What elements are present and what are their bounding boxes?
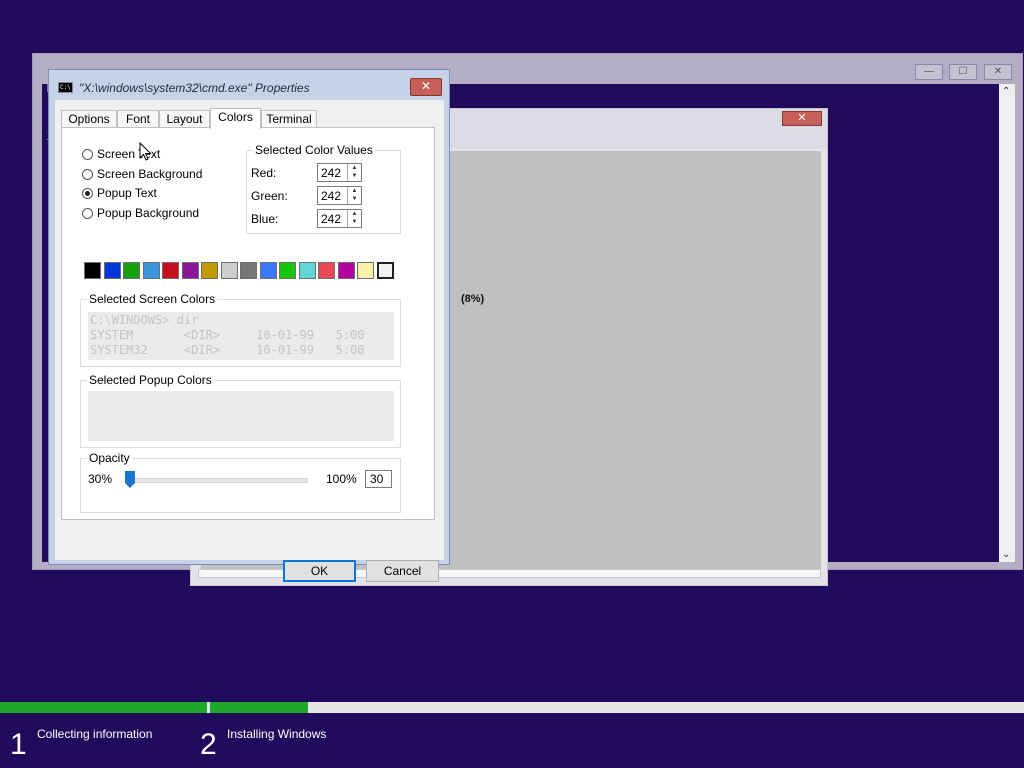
color-swatch[interactable] [201, 262, 218, 279]
radio-popup-background[interactable]: Popup Background [82, 206, 199, 222]
radio-indicator[interactable] [82, 188, 93, 199]
step-label-installing: Installing Windows [227, 727, 327, 741]
color-swatch[interactable] [103, 262, 121, 279]
radio-indicator[interactable] [82, 208, 93, 219]
preview-line: C:\WINDOWS> dir [90, 313, 199, 327]
cmd-icon: C:\ [58, 82, 73, 93]
green-value: 242 [321, 189, 342, 203]
color-swatch[interactable] [162, 262, 179, 279]
tab-colors[interactable]: Colors [210, 108, 261, 129]
red-spinner[interactable]: 242 ▲ ▼ [317, 163, 362, 182]
step-number: 2 [200, 728, 217, 761]
selected-screen-colors-group: Selected Screen Colors C:\WINDOWS> dir SY… [80, 292, 401, 367]
color-swatch[interactable] [259, 262, 277, 279]
radio-indicator[interactable] [82, 149, 93, 160]
scroll-up-icon[interactable]: ⌃ [1002, 86, 1010, 97]
group-label: Opacity [87, 451, 132, 465]
colors-panel: Screen Text Screen Background Popup Text… [61, 127, 435, 520]
spin-up-icon[interactable]: ▲ [348, 210, 361, 218]
cancel-button[interactable]: Cancel [366, 560, 439, 582]
tab-font[interactable]: Font [117, 110, 159, 128]
spin-buttons[interactable]: ▲ ▼ [347, 164, 361, 181]
spin-up-icon[interactable]: ▲ [348, 187, 361, 195]
opacity-slider-thumb[interactable] [125, 471, 135, 488]
opacity-min-label: 30% [88, 472, 113, 486]
spin-down-icon[interactable]: ▼ [348, 172, 361, 180]
progress-fill-installing [210, 702, 308, 713]
properties-dialog: C:\ "X:\windows\system32\cmd.exe" Proper… [48, 69, 450, 582]
radio-screen-background[interactable]: Screen Background [82, 167, 202, 183]
color-swatch[interactable] [181, 262, 199, 279]
scroll-down-icon[interactable]: ⌄ [1002, 549, 1010, 560]
spin-buttons[interactable]: ▲ ▼ [347, 210, 361, 227]
spin-up-icon[interactable]: ▲ [348, 164, 361, 172]
color-swatch[interactable] [337, 262, 355, 279]
group-label: Selected Popup Colors [87, 373, 214, 387]
dialog-titlebar[interactable]: C:\ "X:\windows\system32\cmd.exe" Proper… [49, 70, 449, 100]
green-label: Green: [251, 189, 288, 203]
screen-colors-preview: C:\WINDOWS> dir SYSTEM <DIR> 10-01-99 5:0… [88, 312, 394, 360]
spin-buttons[interactable]: ▲ ▼ [347, 187, 361, 204]
color-swatch[interactable] [123, 262, 140, 279]
mouse-cursor-icon [139, 142, 152, 161]
color-swatch[interactable] [357, 262, 374, 279]
setup-percent: (8%) [461, 293, 485, 305]
radio-popup-text[interactable]: Popup Text [82, 186, 157, 202]
color-swatch[interactable] [376, 262, 394, 279]
dialog-client: Options Font Layout Colors Terminal Scre… [55, 100, 444, 582]
opacity-group: Opacity 30% 100% 30 [80, 451, 401, 513]
green-spinner[interactable]: 242 ▲ ▼ [317, 186, 362, 205]
spin-down-icon[interactable]: ▼ [348, 218, 361, 226]
blue-value: 242 [321, 212, 342, 226]
close-button[interactable]: ✕ [984, 64, 1012, 80]
opacity-max-label: 100% [326, 472, 357, 486]
dialog-title: "X:\windows\system32\cmd.exe" Properties [79, 81, 310, 95]
tab-options[interactable]: Options [61, 110, 117, 128]
radio-label: Popup Text [97, 186, 157, 200]
dialog-close-button[interactable]: ✕ [410, 78, 442, 96]
blue-spinner[interactable]: 242 ▲ ▼ [317, 209, 362, 228]
preview-line: SYSTEM <DIR> 10-01-99 5:00 [90, 328, 365, 342]
setup-close-button[interactable]: ✕ [782, 111, 822, 126]
radio-label: Screen Background [97, 167, 203, 181]
opacity-value-box[interactable]: 30 [365, 470, 392, 488]
red-value: 242 [321, 166, 342, 180]
console-scrollbar[interactable]: ⌃ ⌄ [999, 84, 1015, 562]
opacity-slider-track[interactable] [126, 478, 308, 483]
color-swatch[interactable] [318, 262, 335, 279]
radio-label: Popup Background [97, 206, 200, 220]
popup-colors-preview [88, 391, 394, 441]
blue-label: Blue: [251, 212, 279, 226]
group-label: Selected Color Values [253, 143, 375, 157]
step-number: 1 [10, 728, 27, 761]
color-swatch[interactable] [220, 262, 238, 279]
tab-layout[interactable]: Layout [159, 110, 210, 128]
maximize-button[interactable]: ☐ [949, 64, 977, 80]
selected-color-values-group: Selected Color Values Red: 242 ▲ ▼ Green:… [246, 143, 401, 234]
ok-button[interactable]: OK [283, 560, 356, 582]
group-label: Selected Screen Colors [87, 292, 218, 306]
step-label-collecting: Collecting information [37, 727, 153, 741]
red-label: Red: [251, 166, 277, 180]
color-swatch[interactable] [240, 262, 257, 279]
tab-terminal[interactable]: Terminal [261, 110, 317, 128]
color-swatch[interactable] [298, 262, 316, 279]
progress-fill-collecting [0, 702, 207, 713]
color-swatch[interactable] [142, 262, 160, 279]
color-swatch[interactable] [279, 262, 296, 279]
spin-down-icon[interactable]: ▼ [348, 195, 361, 203]
minimize-button[interactable]: — [915, 64, 943, 80]
selected-popup-colors-group: Selected Popup Colors [80, 373, 401, 448]
radio-indicator[interactable] [82, 169, 93, 180]
preview-line: SYSTEM32 <DIR> 10-01-99 5:00 [90, 343, 365, 357]
color-swatch[interactable] [84, 262, 101, 279]
